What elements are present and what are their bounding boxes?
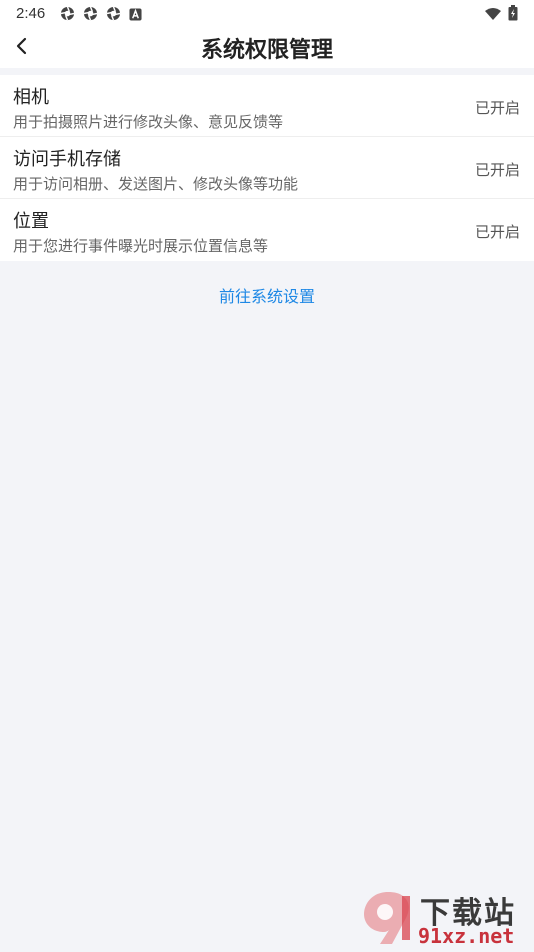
a-square-icon xyxy=(129,6,142,25)
watermark-logo-icon xyxy=(358,888,418,948)
permission-status: 已开启 xyxy=(474,161,520,179)
aperture-icon xyxy=(106,6,121,25)
notification-icons xyxy=(60,6,142,25)
permission-description: 用于访问相册、发送图片、修改头像等功能 xyxy=(13,175,299,193)
permission-title: 位置 xyxy=(13,211,49,232)
open-system-settings-link[interactable]: 前往系统设置 xyxy=(0,283,534,307)
app-header: 系统权限管理 xyxy=(0,28,534,68)
permission-description: 用于拍摄照片进行修改头像、意见反馈等 xyxy=(13,113,284,131)
permission-list: 相机 用于拍摄照片进行修改头像、意见反馈等 已开启 访问手机存储 用于访问相册、… xyxy=(0,75,534,261)
battery-charging-icon xyxy=(508,5,518,25)
permission-item-location[interactable]: 位置 用于您进行事件曝光时展示位置信息等 已开启 xyxy=(0,199,534,261)
page-title: 系统权限管理 xyxy=(200,38,333,63)
system-icons xyxy=(484,5,518,25)
permission-item-camera[interactable]: 相机 用于拍摄照片进行修改头像、意见反馈等 已开启 xyxy=(0,75,534,137)
permission-title: 相机 xyxy=(13,87,49,108)
watermark-url: 91xz.net xyxy=(418,924,515,948)
permission-status: 已开启 xyxy=(474,99,520,117)
aperture-icon xyxy=(60,6,75,25)
aperture-icon xyxy=(83,6,98,25)
watermark: 下载站 91xz.net xyxy=(358,888,530,948)
wifi-icon xyxy=(484,6,502,25)
permission-item-storage[interactable]: 访问手机存储 用于访问相册、发送图片、修改头像等功能 已开启 xyxy=(0,137,534,199)
permission-status: 已开启 xyxy=(474,223,520,241)
permission-description: 用于您进行事件曝光时展示位置信息等 xyxy=(13,237,269,255)
status-bar: 2:46 xyxy=(0,0,534,28)
permission-title: 访问手机存储 xyxy=(13,149,121,170)
status-time: 2:46 xyxy=(16,5,46,22)
